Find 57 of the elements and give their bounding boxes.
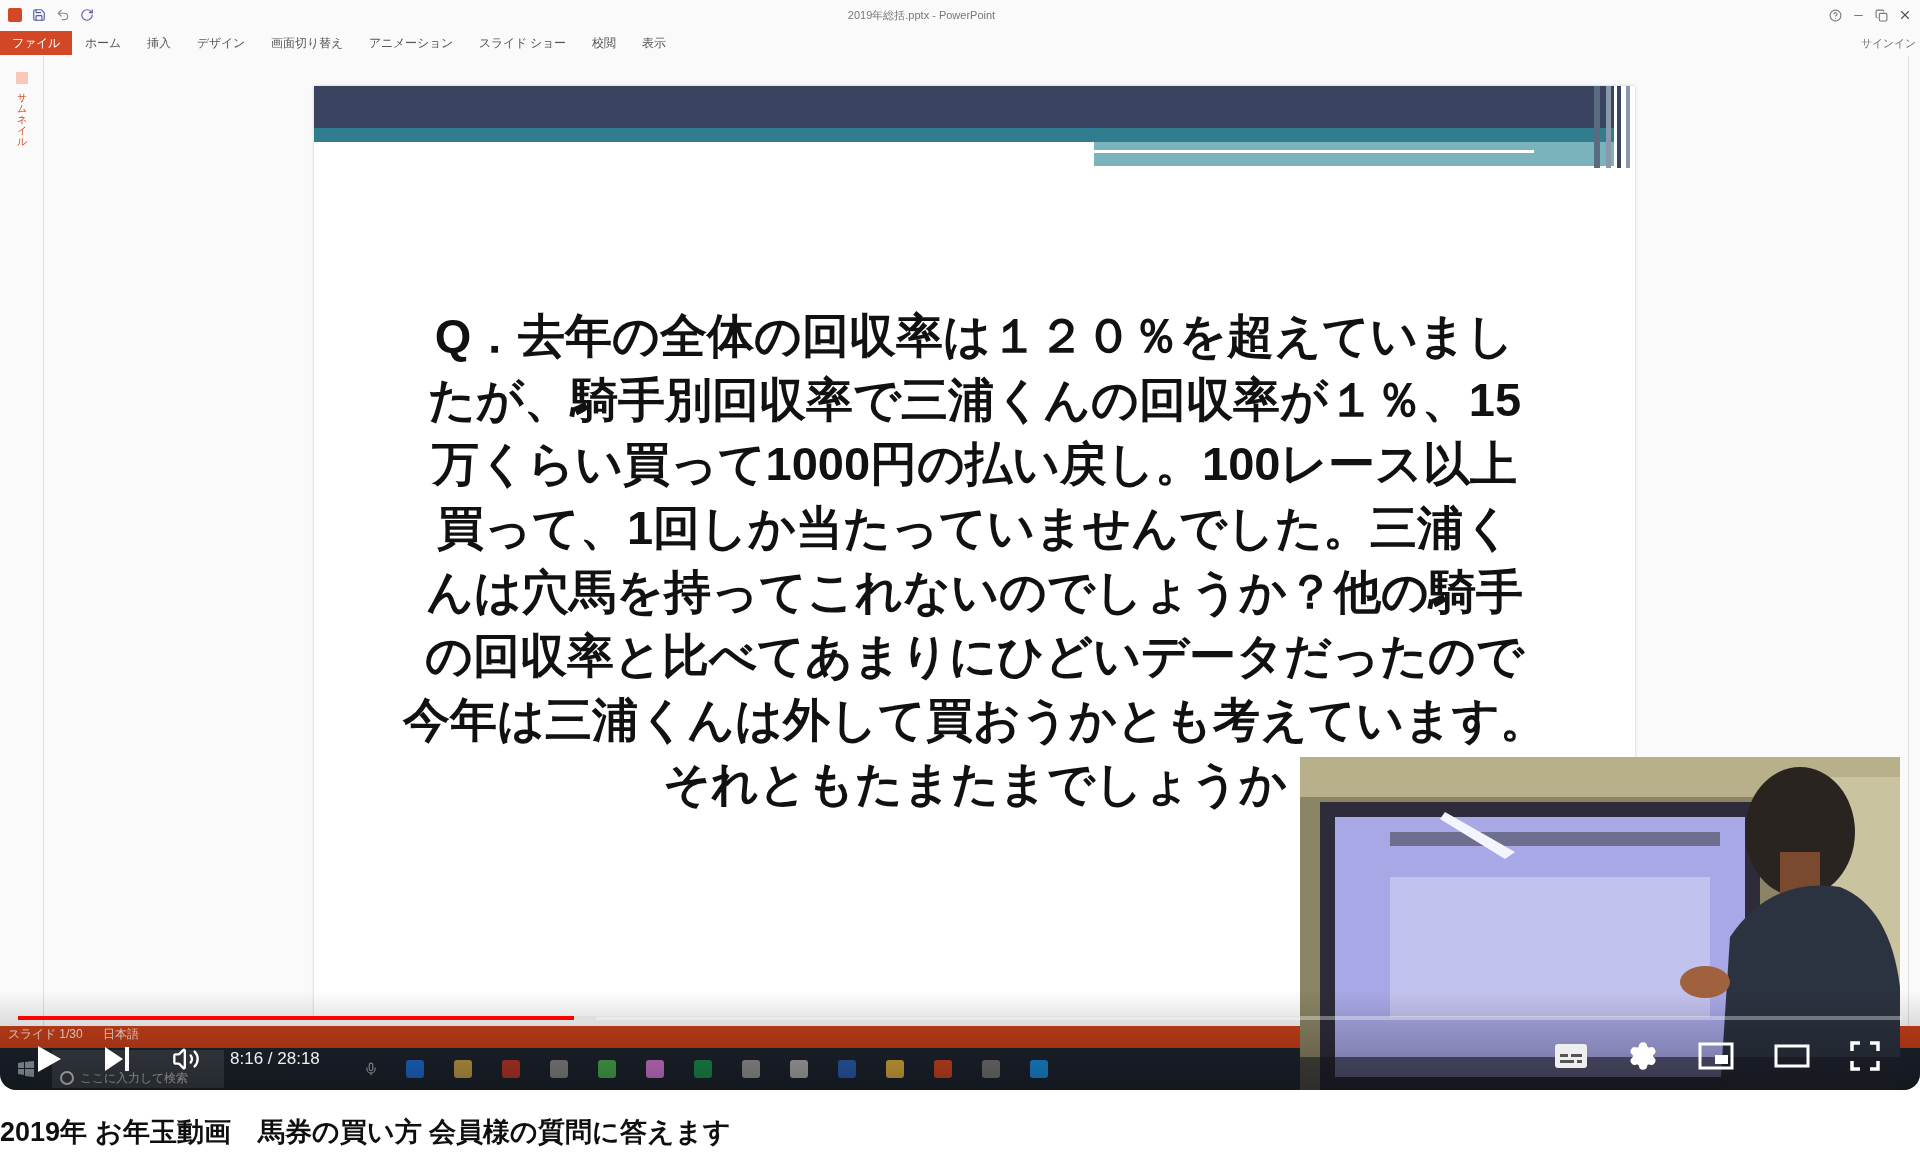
window-title: 2019年総括.pptx - PowerPoint <box>847 7 996 23</box>
save-icon[interactable] <box>32 8 46 22</box>
slide-text-line: Q．去年の全体の回収率は１２０％を超えていまし <box>434 308 1515 364</box>
signin-link[interactable]: サインイン <box>1861 34 1920 52</box>
video-title: 2019年 お年玉動画 馬券の買い方 会員様の質問に答えます <box>0 1115 733 1149</box>
taskbar-app-icon[interactable] <box>932 1057 954 1080</box>
slide-text-line: の回収率と比べてあまりにひどいデータだったので <box>425 628 1524 684</box>
taskbar-app-icon[interactable] <box>740 1057 762 1080</box>
windows-logo-icon[interactable] <box>18 1060 34 1077</box>
status-language: 日本語 <box>102 1026 139 1041</box>
play-button[interactable] <box>36 1045 62 1073</box>
pane-toggle-icon[interactable] <box>15 72 28 84</box>
close-icon[interactable] <box>1898 8 1912 22</box>
slide-text-line: たが、騎手別回収率で三浦くんの回収率が１％、15 <box>427 372 1522 428</box>
taskbar-app-icon[interactable] <box>980 1057 1002 1080</box>
taskbar-app-icon[interactable] <box>692 1057 714 1080</box>
subtitles-button[interactable] <box>1554 1043 1588 1069</box>
help-icon[interactable] <box>1829 8 1842 22</box>
time-display: 8:16 / 28:18 <box>230 1048 320 1071</box>
taskbar-search-field[interactable]: ここに入力して検索 <box>52 1049 224 1088</box>
video-player[interactable] <box>0 0 1920 1090</box>
status-slide-number: スライド 1/30 <box>8 1026 83 1041</box>
thumbnail-pane-label: サムネイル <box>16 92 27 147</box>
slide-text-line: 万くらい買って1000円の払い戻し。100レース以上 <box>431 436 1518 492</box>
next-button[interactable] <box>104 1046 130 1072</box>
ribbon-tab[interactable]: 校閲 <box>579 31 630 55</box>
taskbar-app-icon[interactable] <box>644 1057 666 1080</box>
fullscreen-button[interactable] <box>1850 1041 1880 1071</box>
redo-icon[interactable] <box>80 8 94 22</box>
ribbon-tab[interactable]: ホーム <box>72 31 134 55</box>
progress-track[interactable] <box>18 1016 1902 1020</box>
ribbon-tab[interactable]: デザイン <box>184 31 258 55</box>
miniplayer-button[interactable] <box>1698 1042 1734 1070</box>
restore-icon[interactable] <box>1875 8 1888 22</box>
undo-icon[interactable] <box>56 8 70 22</box>
app-logo-icon <box>8 8 22 22</box>
taskbar-app-icon[interactable] <box>404 1057 426 1080</box>
ribbon-tab[interactable]: ファイル <box>0 31 72 55</box>
ribbon-tab[interactable]: 挿入 <box>134 31 184 55</box>
slide-text-line: 買って、1回しか当たっていませんでした。三浦く <box>436 500 1513 556</box>
taskbar-app-icon[interactable] <box>884 1057 906 1080</box>
ribbon-tab[interactable]: 画面切り替え <box>258 31 356 55</box>
ribbon-tab[interactable]: アニメーション <box>356 31 466 55</box>
taskbar-app-icon[interactable] <box>548 1057 570 1080</box>
taskbar-app-icon[interactable] <box>500 1057 522 1080</box>
taskbar-app-icon[interactable] <box>596 1057 618 1080</box>
taskbar-app-icon[interactable] <box>788 1057 810 1080</box>
ribbon-tab[interactable]: 表示 <box>629 31 680 55</box>
settings-button[interactable] <box>1628 1041 1658 1071</box>
taskbar-app-icon[interactable] <box>452 1057 474 1080</box>
theater-button[interactable] <box>1774 1044 1810 1068</box>
slide-text-line: んは穴馬を持ってこれないのでしょうか？他の騎手 <box>426 564 1523 620</box>
slide-text-line: 今年は三浦くんは外して買おうかとも考えています。 <box>402 692 1547 748</box>
slide-text-line: それともたまたまでしょうか <box>662 756 1287 812</box>
taskbar-app-icon[interactable] <box>1028 1057 1050 1080</box>
ribbon-tab[interactable]: スライド ショー <box>466 31 580 55</box>
microphone-icon[interactable] <box>364 1061 378 1076</box>
